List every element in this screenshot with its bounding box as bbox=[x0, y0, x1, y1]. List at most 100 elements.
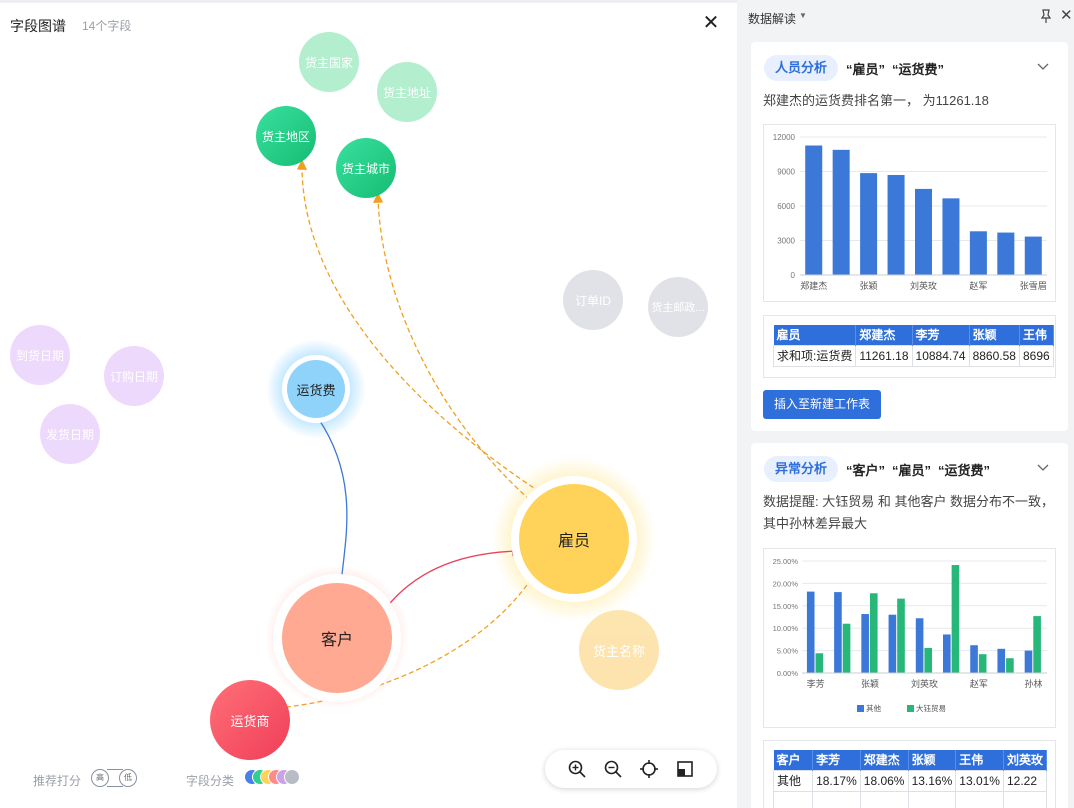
node-shipper-address[interactable]: 货主地址 bbox=[377, 62, 437, 122]
bar-chart: 0 3000 6000 9000 12000 郑建杰 张颖 刘英玫 赵军 张雪眉 bbox=[763, 124, 1056, 302]
x-tick-label: 张雪眉 bbox=[1020, 281, 1047, 291]
x-tick-label: 李芳 bbox=[807, 678, 825, 689]
table-cell: 13.01% bbox=[955, 769, 1004, 792]
table-cell: 18.17% bbox=[812, 769, 861, 792]
insight-card-personnel: 人员分析 “雇员” “运货费” 郑建杰的运货费排名第一， 为11261.18 0 3… bbox=[751, 42, 1068, 431]
node-ship-date[interactable]: 发货日期 bbox=[40, 404, 100, 464]
close-side-icon[interactable]: ✕ bbox=[1060, 6, 1073, 24]
y-tick-label: 0 bbox=[791, 271, 796, 280]
bar-other bbox=[915, 618, 924, 673]
table-header-cell: 郑建杰 bbox=[855, 325, 913, 345]
table-cell bbox=[772, 790, 814, 808]
table-header-cell: 雇员 bbox=[773, 325, 857, 345]
x-tick-label: 刘英玫 bbox=[910, 280, 937, 291]
table-header-cell: 王伟 bbox=[955, 750, 1004, 770]
bar bbox=[805, 145, 823, 275]
y-tick-label: 15.00% bbox=[773, 602, 799, 611]
table-row bbox=[772, 790, 1048, 808]
bar-other bbox=[834, 592, 842, 673]
field-chip: “运货费” bbox=[892, 62, 945, 77]
node-shipper-country[interactable]: 货主国家 bbox=[299, 32, 359, 92]
node-customer-ring[interactable]: 客户 bbox=[273, 574, 401, 702]
category-dot-grey[interactable] bbox=[284, 769, 300, 785]
y-tick-label: 12000 bbox=[773, 133, 796, 142]
node-shipper-postcode[interactable]: 货主邮政... bbox=[648, 277, 708, 337]
table-cell: 18.06% bbox=[859, 769, 909, 792]
table-header-cell: 李芳 bbox=[812, 750, 861, 770]
node-arrival-date[interactable]: 到货日期 bbox=[10, 325, 70, 385]
category-swatches[interactable] bbox=[244, 769, 304, 787]
bar-dayu bbox=[924, 647, 933, 673]
bar bbox=[832, 149, 850, 275]
zoom-out-icon[interactable] bbox=[603, 759, 623, 779]
bar-other bbox=[943, 634, 951, 673]
table-cell: 11261.18 bbox=[855, 344, 913, 367]
collapse-chevron-icon[interactable] bbox=[1035, 58, 1051, 74]
grouped-bar-chart-svg: 0.00% 5.00% 10.00% 15.00% 20.00% 25.00% 李芳 张颖 刘英… bbox=[773, 557, 1047, 713]
node-freight[interactable]: 运货费 bbox=[287, 360, 345, 418]
legend-label: 大钰贸易 bbox=[916, 703, 946, 713]
locate-icon[interactable] bbox=[639, 759, 659, 779]
table-header-cell: 张颖 bbox=[969, 325, 1020, 345]
zoom-in-icon[interactable] bbox=[567, 759, 587, 779]
collapse-chevron-icon[interactable] bbox=[1035, 459, 1051, 475]
score-toggle[interactable]: 高 低 bbox=[90, 768, 138, 788]
field-graph-panel: 字段图谱 14个字段 ✕ 货主国家 货主地址 订单ID 货主邮政... 到货日期… bbox=[0, 0, 737, 808]
side-title[interactable]: 数据解读 bbox=[748, 10, 796, 27]
x-tick-label: 张颖 bbox=[860, 280, 878, 291]
x-tick-label: 郑建杰 bbox=[800, 280, 827, 291]
table-header-row: 客户 李芳 郑建杰 张颖 王伟 刘英玫 bbox=[773, 750, 1048, 770]
bar-dayu bbox=[1033, 616, 1041, 673]
bar bbox=[914, 188, 933, 275]
anomaly-table: 客户 李芳 郑建杰 张颖 王伟 刘英玫 其他 18.17% 18.06% 13.… bbox=[763, 740, 1056, 808]
node-order-id[interactable]: 订单ID bbox=[563, 270, 623, 330]
bar bbox=[997, 232, 1015, 275]
bar-other bbox=[970, 645, 978, 673]
table-header-cell: 郑建杰 bbox=[860, 750, 909, 770]
side-header: 数据解读 ▼ ✕ bbox=[738, 0, 1074, 36]
field-chip: “运货费” bbox=[938, 463, 991, 478]
table-cell: 12.22 bbox=[1002, 769, 1048, 792]
insert-worksheet-button[interactable]: 插入至新建工作表 bbox=[763, 390, 882, 419]
card-tag: 人员分析 bbox=[764, 55, 839, 81]
y-tick-label: 10.00% bbox=[773, 624, 799, 633]
node-employee-ring[interactable]: 雇员 bbox=[511, 476, 637, 602]
link-employee-region bbox=[296, 159, 541, 493]
bar-dayu bbox=[815, 653, 824, 673]
insight-card-anomaly: 异常分析 “客户” “雇员” “运货费” 数据提醒: 大钰贸易 和 其他客户 数据分… bbox=[751, 443, 1068, 808]
node-shipper-name[interactable]: 货主名称 bbox=[579, 610, 659, 690]
pin-icon[interactable] bbox=[1038, 8, 1054, 24]
table-header-row: 雇员 郑建杰 李芳 张颖 王伟 bbox=[773, 325, 1054, 345]
y-tick-label: 3000 bbox=[777, 237, 795, 246]
link-employee-city bbox=[372, 192, 531, 501]
legend-swatch bbox=[857, 705, 864, 712]
node-order-date[interactable]: 订购日期 bbox=[104, 346, 164, 406]
score-low[interactable]: 低 bbox=[119, 769, 137, 787]
card-tag: 异常分析 bbox=[764, 456, 839, 482]
node-shipper-city[interactable]: 货主城市 bbox=[336, 138, 396, 198]
node-freight-ring[interactable]: 运货费 bbox=[282, 355, 350, 423]
legend-label: 其他 bbox=[866, 703, 881, 713]
summary-table: 雇员 郑建杰 李芳 张颖 王伟 求和项:运货费 11261.18 10884.7… bbox=[763, 315, 1056, 378]
bar-dayu bbox=[1006, 658, 1014, 673]
field-chip: “雇员” bbox=[892, 463, 932, 478]
fit-view-icon[interactable] bbox=[675, 759, 695, 779]
card-fields: “客户” “雇员” “运货费” bbox=[846, 460, 997, 479]
zoom-toolbar bbox=[545, 750, 717, 788]
card-fields: “雇员” “运货费” bbox=[846, 59, 951, 78]
bar bbox=[887, 174, 905, 275]
grouped-bar-chart: 0.00% 5.00% 10.00% 15.00% 20.00% 25.00% 李芳 张颖 刘英… bbox=[763, 548, 1056, 728]
node-shipper-region[interactable]: 货主地区 bbox=[256, 106, 316, 166]
bar-other bbox=[888, 614, 897, 673]
node-employee[interactable]: 雇员 bbox=[519, 484, 629, 594]
node-customer[interactable]: 客户 bbox=[282, 583, 392, 693]
table-cell bbox=[1002, 790, 1048, 808]
x-tick-label: 赵军 bbox=[970, 678, 988, 689]
node-carrier[interactable]: 运货商 bbox=[210, 680, 290, 760]
summary-table-grid: 雇员 郑建杰 李芳 张颖 王伟 求和项:运货费 11261.18 10884.7… bbox=[772, 325, 1054, 367]
y-tick-label: 9000 bbox=[777, 168, 795, 177]
table-cell: 13.16% bbox=[907, 769, 957, 792]
chevron-down-icon[interactable]: ▼ bbox=[799, 11, 807, 20]
anomaly-table-grid: 客户 李芳 郑建杰 张颖 王伟 刘英玫 其他 18.17% 18.06% 13.… bbox=[772, 750, 1048, 808]
bar-other bbox=[861, 614, 869, 673]
